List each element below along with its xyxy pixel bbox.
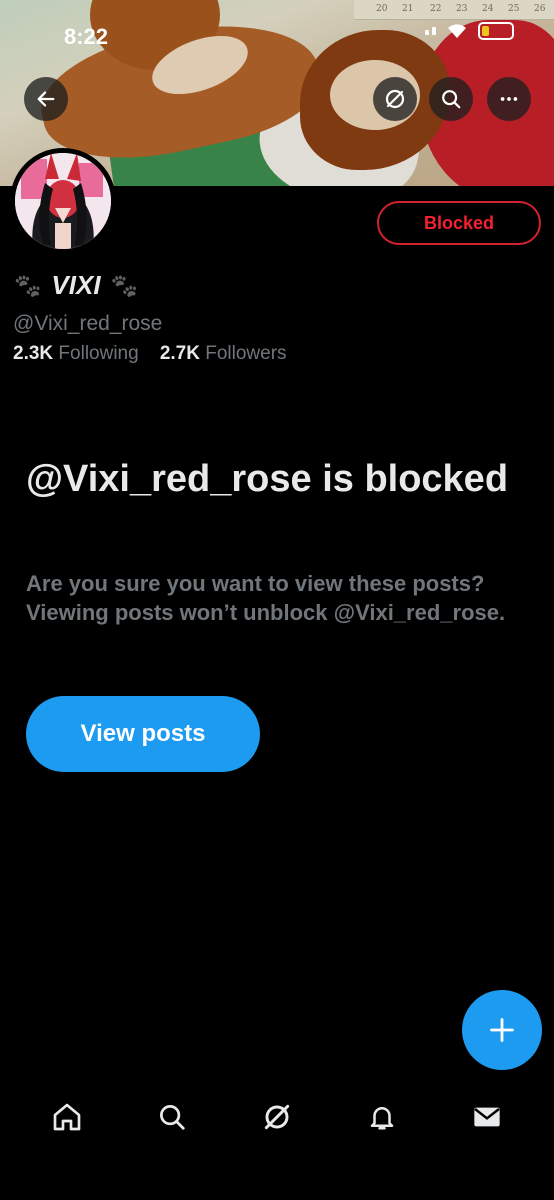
- profile-handle: @Vixi_red_rose: [13, 312, 163, 335]
- status-time: 8:22: [64, 24, 109, 49]
- following-link[interactable]: 2.3K Following: [13, 343, 139, 364]
- more-button[interactable]: [487, 77, 531, 121]
- signal-icon: [425, 27, 436, 35]
- paw-emoji: 🐾: [110, 272, 138, 298]
- avatar[interactable]: [10, 148, 116, 254]
- blocked-title: @Vixi_red_rose is blocked: [26, 458, 509, 500]
- compose-button[interactable]: [462, 990, 542, 1070]
- back-button[interactable]: [24, 77, 68, 121]
- status-icons: [425, 22, 514, 40]
- search-icon: [442, 90, 461, 109]
- plus-icon: [490, 1018, 514, 1042]
- more-horizontal-icon: [500, 97, 518, 101]
- search-icon: [159, 1105, 185, 1130]
- nav-home[interactable]: [39, 1089, 95, 1145]
- blocked-description: Are you sure you want to view these post…: [26, 571, 506, 626]
- nav-messages[interactable]: [459, 1089, 515, 1145]
- avatar-image: [15, 153, 111, 249]
- bell-icon: [370, 1107, 394, 1130]
- blocked-button[interactable]: Blocked: [377, 201, 541, 245]
- followers-link[interactable]: 2.7K Followers: [160, 343, 287, 364]
- view-posts-button[interactable]: View posts: [26, 696, 260, 772]
- follow-stats: 2.3K Following 2.7K Followers: [13, 343, 287, 365]
- mail-icon: [474, 1107, 501, 1127]
- followers-label: Followers: [205, 343, 287, 364]
- display-name: VIXI: [51, 270, 101, 300]
- nav-grok[interactable]: [249, 1089, 305, 1145]
- arrow-left-icon: [37, 91, 55, 107]
- display-name-row: 🐾 VIXI 🐾: [14, 270, 138, 301]
- grok-button[interactable]: [373, 77, 417, 121]
- home-icon: [53, 1103, 80, 1131]
- wifi-icon: [448, 24, 466, 38]
- bottom-nav: [0, 1082, 554, 1152]
- battery-icon: [478, 22, 514, 40]
- grok-icon: [264, 1104, 290, 1130]
- search-button[interactable]: [429, 77, 473, 121]
- slash-circle-icon: [385, 89, 405, 109]
- paw-emoji: 🐾: [14, 272, 42, 298]
- following-count: 2.3K: [13, 343, 54, 364]
- following-label: Following: [58, 343, 139, 364]
- nav-search[interactable]: [144, 1089, 200, 1145]
- nav-notifications[interactable]: [354, 1089, 410, 1145]
- followers-count: 2.7K: [159, 343, 200, 364]
